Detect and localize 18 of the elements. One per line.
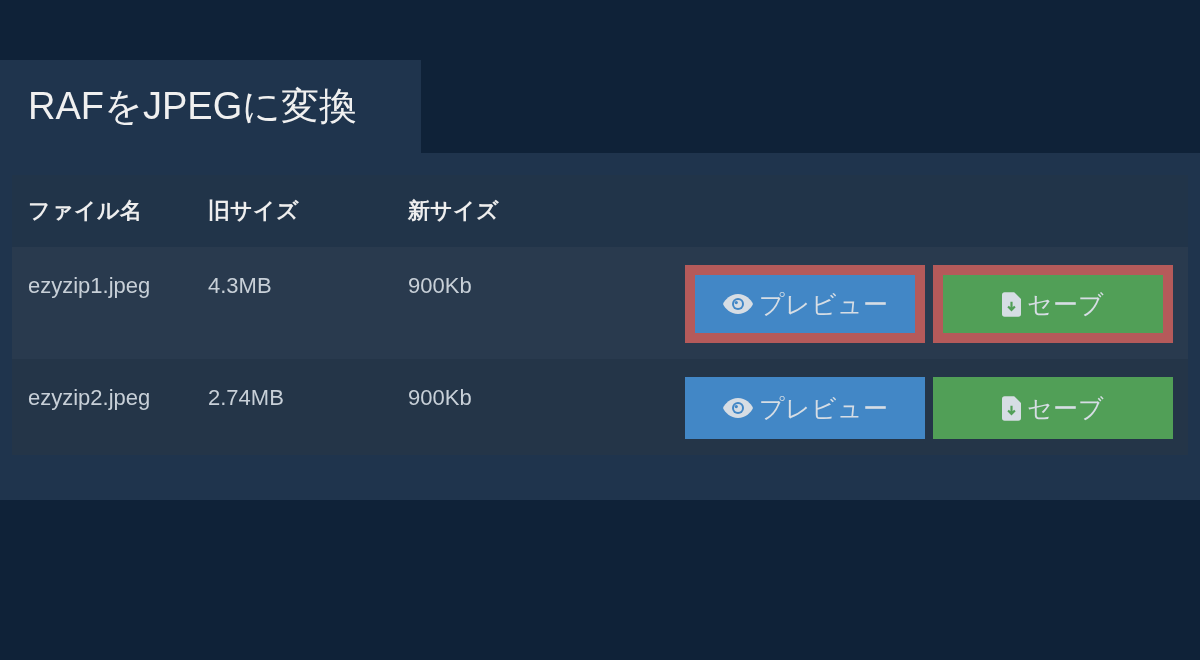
- eye-icon: [722, 398, 753, 418]
- preview-button[interactable]: プレビュー: [685, 265, 925, 343]
- table-cell-text: ezyzip1.jpeg: [28, 272, 152, 299]
- table-cell-text: 4.3MB: [208, 272, 273, 299]
- column-header: 新サイズ: [408, 197, 500, 225]
- table-cell-text: 900Kb: [408, 272, 473, 299]
- table-cell-text: ezyzip2.jpeg: [28, 384, 152, 411]
- save-button[interactable]: セーブ: [933, 377, 1173, 439]
- save-button[interactable]: セーブ: [933, 265, 1173, 343]
- page-title: RAFをJPEGに変換: [28, 84, 358, 129]
- table-cell-text: 2.74MB: [208, 384, 285, 411]
- file-download-icon: [1002, 291, 1021, 317]
- column-header: 旧サイズ: [208, 197, 300, 225]
- preview-button[interactable]: プレビュー: [685, 377, 925, 439]
- file-download-icon: [1002, 395, 1021, 421]
- column-header: ファイル名: [28, 197, 143, 225]
- eye-icon: [722, 294, 753, 314]
- table-cell-text: 900Kb: [408, 384, 473, 411]
